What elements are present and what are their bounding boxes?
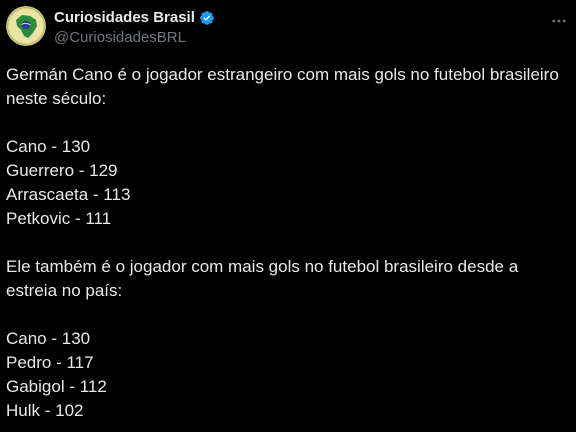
second-intro-line-2: estreia no país: bbox=[6, 281, 123, 300]
author-block: Curiosidades Brasil @CuriosidadesBRL bbox=[54, 8, 215, 47]
intro-line-2: neste século: bbox=[6, 89, 107, 108]
author-handle[interactable]: @CuriosidadesBRL bbox=[54, 28, 215, 47]
list2-item: Pedro - 117 bbox=[6, 353, 94, 372]
list1-item: Cano - 130 bbox=[6, 137, 91, 156]
brazil-map-avatar-icon bbox=[6, 6, 46, 46]
verified-badge-icon bbox=[199, 10, 215, 26]
list1-item: Petkovic - 111 bbox=[6, 209, 112, 228]
list1-item: Arrascaeta - 113 bbox=[6, 185, 131, 204]
list2-item: Hulk - 102 bbox=[6, 401, 84, 420]
more-button[interactable] bbox=[548, 10, 570, 32]
tweet-text: Germán Cano é o jogador estrangeiro com … bbox=[6, 63, 570, 423]
avatar[interactable] bbox=[6, 6, 46, 46]
list1-item: Guerrero - 129 bbox=[6, 161, 118, 180]
tweet-header: Curiosidades Brasil @CuriosidadesBRL bbox=[6, 6, 570, 50]
list2-item: Gabigol - 112 bbox=[6, 377, 107, 396]
more-horizontal-icon bbox=[552, 19, 566, 23]
intro-line-1: Germán Cano é o jogador estrangeiro com … bbox=[6, 65, 559, 84]
display-name[interactable]: Curiosidades Brasil bbox=[54, 8, 195, 28]
name-row: Curiosidades Brasil bbox=[54, 8, 215, 28]
list2-item: Cano - 130 bbox=[6, 329, 91, 348]
second-intro-line-1: Ele também é o jogador com mais gols no … bbox=[6, 257, 519, 276]
